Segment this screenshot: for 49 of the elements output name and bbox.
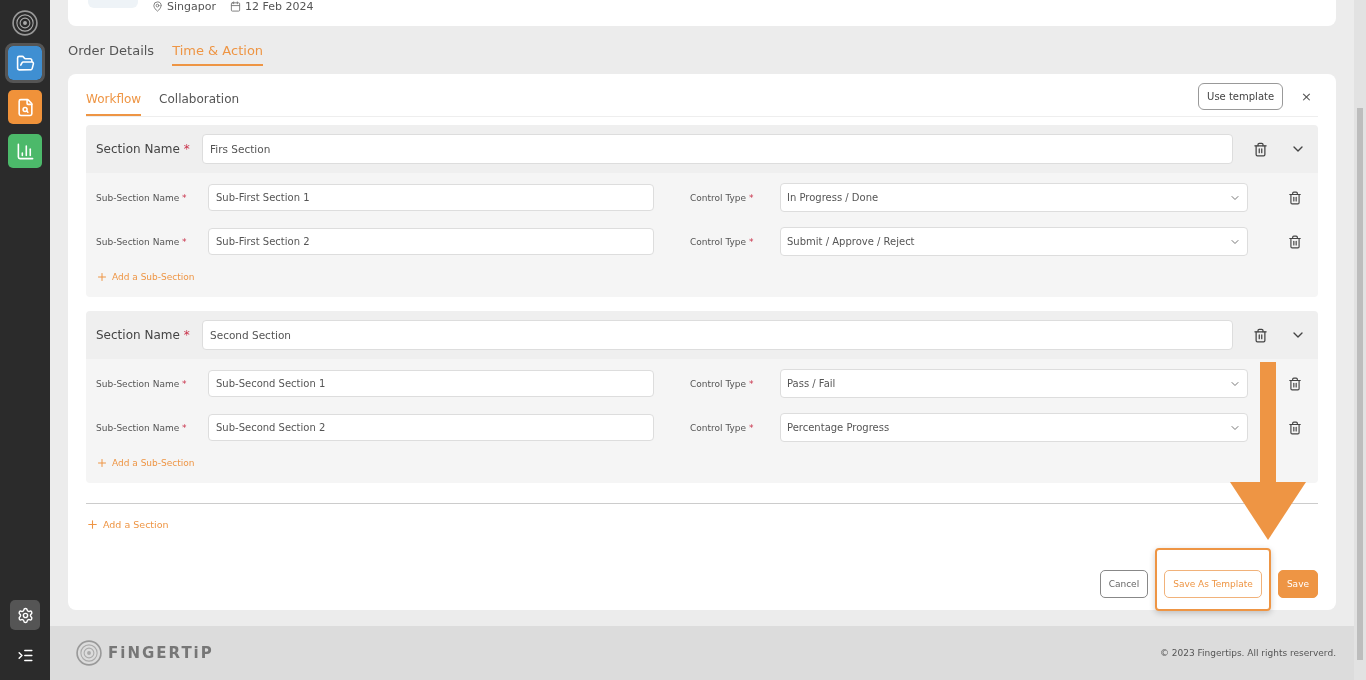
control-type-select[interactable]: In Progress / Done [780, 183, 1248, 212]
sub-section-name-label: Sub-Section Name * [96, 422, 188, 433]
control-type-select[interactable]: Submit / Approve / Reject [780, 227, 1248, 256]
location-text: Singapor [167, 0, 216, 13]
calendar-icon [229, 1, 241, 12]
section-name-field[interactable]: Second Section [202, 320, 1233, 350]
control-type-select[interactable]: Percentage Progress [780, 413, 1248, 442]
settings-icon [16, 606, 34, 624]
trash-icon [1288, 190, 1302, 205]
folder-icon [15, 53, 35, 73]
date-text: 12 Feb 2024 [244, 0, 314, 13]
trash-icon [1288, 234, 1302, 249]
sub-section-name-field[interactable]: Sub-First Section 1 [208, 184, 654, 211]
sub-section-name-label: Sub-Section Name * [96, 378, 188, 389]
cancel-button[interactable]: Cancel [1099, 570, 1149, 598]
trash-icon [1288, 376, 1302, 391]
sub-section-name-label: Sub-Section Name * [96, 236, 188, 247]
control-type-label: Control Type * [690, 378, 755, 389]
sidebar-button[interactable] [10, 600, 40, 630]
bar-chart-icon [15, 141, 35, 161]
sub-section-name-field[interactable]: Sub-Second Section 1 [208, 370, 654, 397]
trash-icon [1253, 141, 1268, 157]
section-name-field[interactable]: Firs Section [202, 134, 1233, 164]
trash-icon [1253, 327, 1268, 343]
document-search-icon [15, 97, 35, 117]
sub-section-name-label: Sub-Section Name * [96, 192, 188, 203]
section-name-label: Section Name * [96, 142, 191, 156]
close-button[interactable]: × [1295, 87, 1318, 105]
use-template-button[interactable]: Use template [1198, 82, 1284, 110]
plus-icon [96, 457, 108, 469]
page-tab[interactable]: Order Details [68, 41, 155, 66]
brand-name: FiNGERTiP [108, 644, 214, 662]
control-type-select[interactable]: Pass / Fail [780, 369, 1248, 398]
scrollbar[interactable] [1354, 0, 1366, 680]
sub-section-name-field[interactable]: Sub-First Section 2 [208, 228, 654, 255]
sidebar-button[interactable] [8, 46, 42, 80]
logo-icon [12, 10, 38, 36]
section-name-label: Section Name * [96, 328, 191, 342]
control-type-label: Control Type * [690, 192, 755, 203]
panel-tab[interactable]: Collaboration [159, 82, 240, 116]
plus-icon [86, 518, 99, 531]
plus-icon [96, 271, 108, 283]
brand-logo-icon [76, 640, 102, 666]
control-type-label: Control Type * [690, 422, 755, 433]
copyright-text: © 2023 Fingertips. All rights reserverd. [1159, 648, 1336, 658]
control-type-label: Control Type * [690, 236, 755, 247]
trash-icon [1288, 420, 1302, 435]
location-pin-icon [152, 1, 163, 12]
sub-section-name-field[interactable]: Sub-Second Section 2 [208, 414, 654, 441]
